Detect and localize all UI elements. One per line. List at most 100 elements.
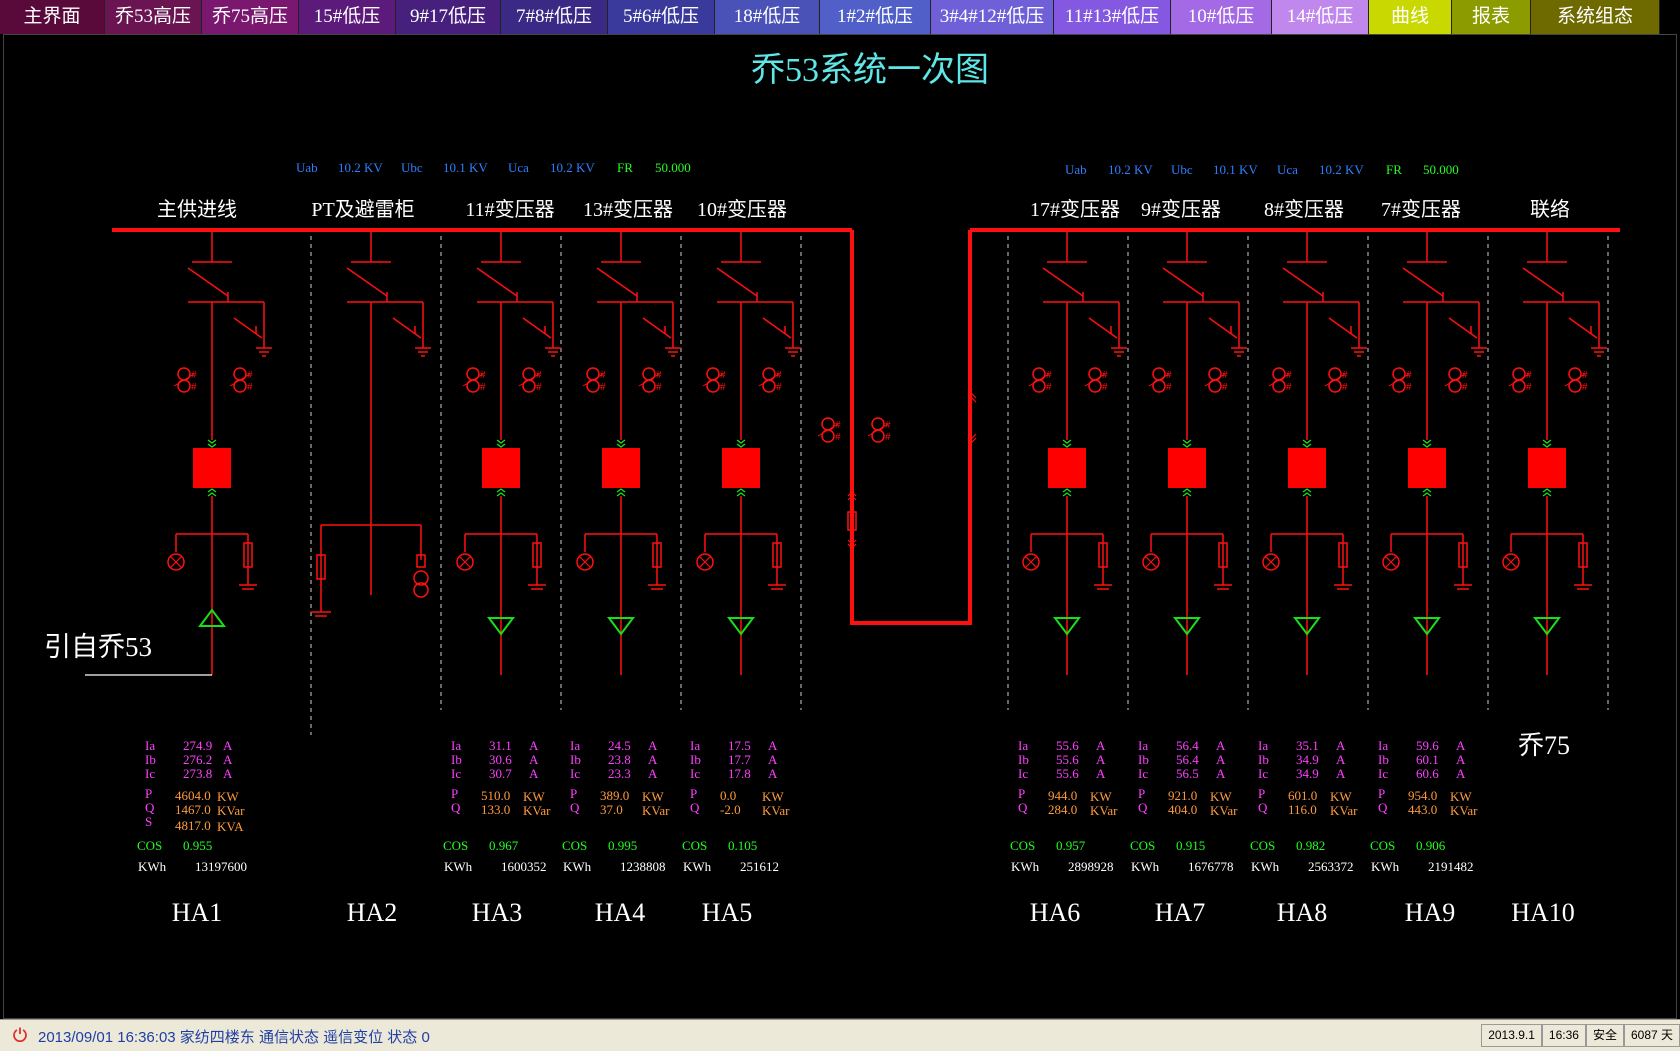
nav-tab-7[interactable]: 5#6#低压 (608, 0, 715, 34)
plug-contact (1542, 492, 1552, 497)
feeder-label-2: PT及避雷柜 (311, 199, 415, 221)
plug-contact (1542, 439, 1552, 444)
scada-window: 主界面 乔53高压 乔75高压 15#低压 9#17低压 7#8#低压 5#6#低压 18#低… (0, 0, 1680, 1051)
kwh-label: KWh (138, 859, 167, 874)
ubc-value: 10.1 KV (1213, 162, 1258, 177)
plug-contact (207, 443, 217, 448)
q-value: 404.0 (1168, 802, 1198, 817)
ic-label: Ic (1138, 766, 1149, 781)
q-label: Q (451, 800, 461, 815)
cabinet-label-ha2: HA2 (346, 898, 398, 927)
ct-coil (1032, 379, 1046, 393)
nav-tab-5[interactable]: 9#17低压 (396, 0, 501, 34)
plug-contact (1422, 443, 1432, 448)
ct-coil (706, 379, 720, 393)
ct-coil (762, 367, 776, 381)
breaker-icon (193, 448, 231, 488)
ct-coil (522, 367, 536, 381)
ct-coil (1392, 367, 1406, 381)
ct-mark: # (247, 382, 253, 393)
plug-contact (496, 492, 506, 497)
ic-value: 23.3 (608, 766, 631, 781)
breaker-icon (1168, 448, 1206, 488)
plug-contact (1062, 488, 1072, 493)
ct-coil (762, 379, 776, 393)
breaker-icon (722, 448, 760, 488)
ct-coil (466, 367, 480, 381)
ct-mark: # (1046, 382, 1052, 393)
switch-blade (1042, 267, 1084, 297)
cabinet-label-ha6: HA6 (1029, 898, 1081, 927)
nav-tab-15[interactable]: 报表 (1452, 0, 1531, 34)
plug-contact (496, 443, 506, 448)
plug-contact (616, 492, 626, 497)
earth-blade (1448, 317, 1478, 339)
q-unit: KVar (642, 803, 670, 818)
nav-tab-3[interactable]: 乔75高压 (202, 0, 299, 34)
cos-value: 0.967 (489, 838, 519, 853)
nav-tab-10[interactable]: 3#4#12#低压 (931, 0, 1054, 34)
s-value: 4817.0 (175, 818, 211, 833)
nav-tab-11[interactable]: 11#13#低压 (1054, 0, 1171, 34)
q-unit: KVar (217, 803, 245, 818)
cos-label: COS (443, 838, 469, 853)
bay-8: #### (1262, 230, 1367, 675)
breaker-icon (1528, 448, 1566, 488)
breaker-icon (1288, 448, 1326, 488)
ct-coil (1392, 379, 1406, 393)
q-unit: KVar (1090, 803, 1118, 818)
cabinet-label-ha8: HA8 (1276, 898, 1328, 927)
feeder-label-8: 8#变压器 (1264, 199, 1344, 221)
cos-label: COS (562, 838, 588, 853)
kwh-label: KWh (563, 859, 592, 874)
ct-mark: # (480, 382, 486, 393)
ct-coil (586, 379, 600, 393)
earth-blade (642, 317, 672, 339)
ct-mark: # (1582, 382, 1588, 393)
ic-label: Ic (1018, 766, 1029, 781)
ic-label: Ic (570, 766, 581, 781)
nav-tab-1[interactable]: 主界面 (0, 0, 105, 34)
feeder-label-7: 9#变压器 (1141, 199, 1221, 221)
nav-tab-6[interactable]: 7#8#低压 (501, 0, 608, 34)
status-indicators: 2013.9.1 16:36 安全 6087 天 (1481, 1024, 1680, 1047)
ic-label: Ic (690, 766, 701, 781)
s-label: S (145, 814, 153, 829)
ct-coil (1208, 367, 1222, 381)
q-unit: KVar (762, 803, 790, 818)
kwh-label: KWh (1011, 859, 1040, 874)
kwh-value: 2191482 (1428, 859, 1474, 874)
ct-coil (1328, 367, 1342, 381)
switch-blade (716, 267, 758, 297)
ic-label: Ic (451, 766, 462, 781)
plug-contact (496, 439, 506, 444)
plug-contact (1182, 443, 1192, 448)
nav-tab-4[interactable]: 15#低压 (299, 0, 396, 34)
ic-unit: A (648, 766, 658, 781)
q-value: 37.0 (600, 802, 623, 817)
earth-blade (1208, 317, 1238, 339)
nav-tab-9[interactable]: 1#2#低压 (820, 0, 931, 34)
cos-value: 0.995 (608, 838, 638, 853)
top-navigation: 主界面 乔53高压 乔75高压 15#低压 9#17低压 7#8#低压 5#6#低压 18#低… (0, 0, 1680, 34)
q-value: 443.0 (1408, 802, 1438, 817)
status-time: 16:36 (1541, 1024, 1586, 1047)
q-label: Q (690, 800, 700, 815)
earth-blade (1328, 317, 1358, 339)
nav-tab-13[interactable]: 14#低压 (1272, 0, 1369, 34)
ic-label: Ic (1258, 766, 1269, 781)
nav-tab-8[interactable]: 18#低压 (715, 0, 820, 34)
cabinet-label-ha4: HA4 (594, 898, 646, 927)
plug-contact (1182, 488, 1192, 493)
nav-tab-16[interactable]: 系统组态 (1531, 0, 1660, 34)
breaker-icon (1048, 448, 1086, 488)
nav-tab-14[interactable]: 曲线 (1369, 0, 1452, 34)
nav-tab-2[interactable]: 乔53高压 (105, 0, 202, 34)
ic-unit: A (529, 766, 539, 781)
plug-contact (616, 439, 626, 444)
nav-tab-12[interactable]: 10#低压 (1171, 0, 1272, 34)
ic-unit: A (1456, 766, 1466, 781)
feeder-label-1: 主供进线 (157, 199, 237, 221)
cabinet-label-ha9: HA9 (1404, 898, 1456, 927)
power-icon[interactable] (12, 1026, 28, 1042)
